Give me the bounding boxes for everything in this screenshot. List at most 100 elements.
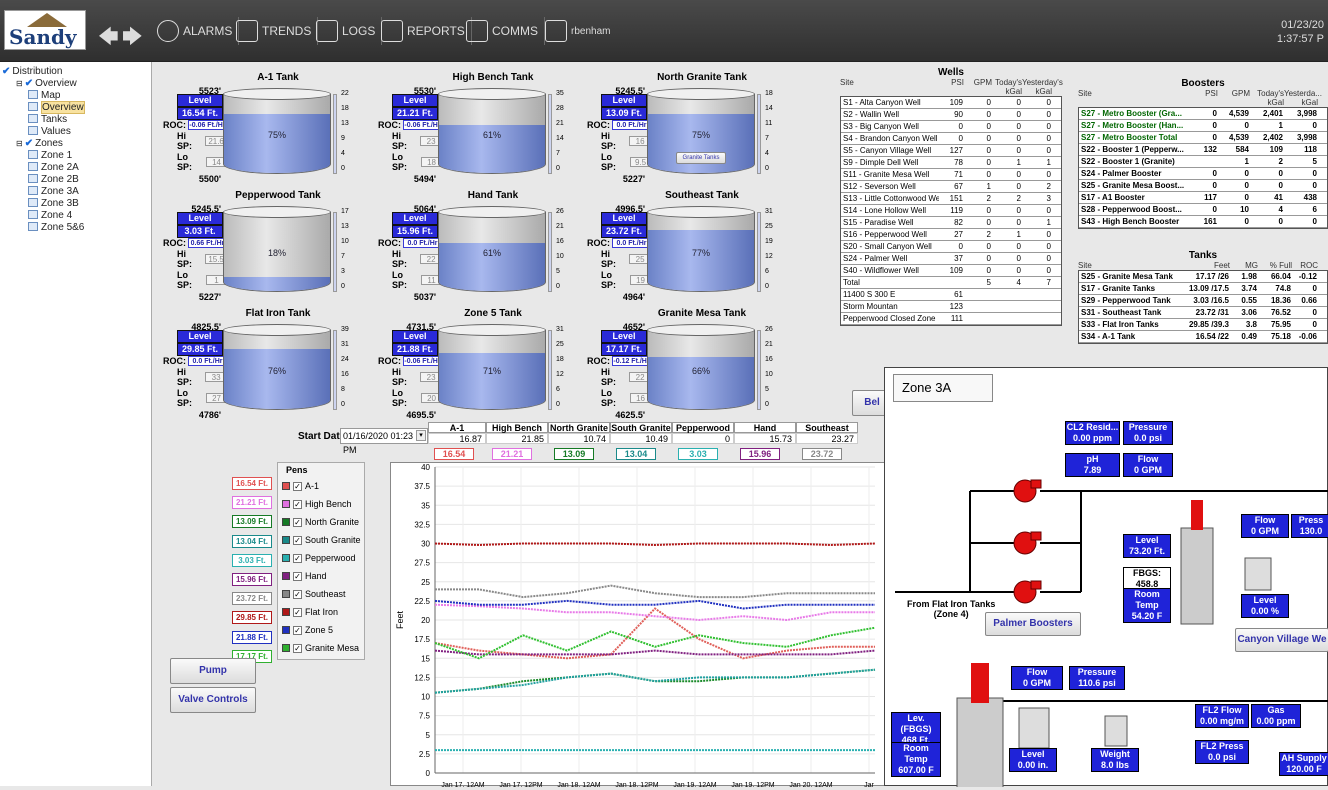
- tree-item[interactable]: Values: [2, 126, 149, 138]
- reports-button[interactable]: REPORTS: [381, 17, 472, 45]
- date-dropdown-icon[interactable]: ▾: [416, 430, 426, 441]
- trend-chart[interactable]: 0 2.5 5 7.5 10 12.5 15 17.5 20 22.5 25 27.5 30 32.5 35…: [390, 462, 888, 789]
- table-cell: 2: [1278, 157, 1283, 166]
- tree-item[interactable]: Zone 3B: [2, 198, 149, 210]
- pen-row[interactable]: ✓ Zone 5: [282, 621, 364, 639]
- alarms-button[interactable]: ALARMS: [157, 17, 240, 45]
- tree-label: Zone 2B: [41, 174, 79, 185]
- pen-row[interactable]: ✓ Hand: [282, 567, 364, 585]
- x-tick-label: Jan 20, 12AM: [789, 782, 832, 787]
- tree-item[interactable]: Zone 4: [2, 210, 149, 222]
- tank-level-panel: Level 21.21 Ft. ROC: -0.06 Ft./Hr Hi SP: 23 Lo…: [378, 94, 442, 172]
- comms-button[interactable]: COMMS: [466, 17, 545, 45]
- table-cell: 1: [1244, 157, 1249, 166]
- pump-sequencing-button[interactable]: Pump Sequencing: [170, 658, 256, 700]
- tree-item[interactable]: Zone 3A: [2, 186, 149, 198]
- valve-controls-button[interactable]: Valve Controls: [170, 687, 256, 713]
- start-date-input[interactable]: 01/16/2020 01:23 PM: [340, 428, 428, 455]
- roc-value: 0.0 Ft./Hr: [403, 238, 442, 248]
- press2-box: Press 130.0: [1291, 514, 1328, 538]
- page-icon: [28, 90, 38, 99]
- canyon-village-button[interactable]: Canyon Village We: [1235, 628, 1328, 652]
- pen-row[interactable]: ✓ North Granite: [282, 513, 364, 531]
- table-cell: S40 - Wildflower Well: [843, 266, 919, 275]
- pen-label: A-1: [305, 481, 320, 491]
- scale-tick: 0: [556, 401, 560, 408]
- tank-bottom-elevation: 5227': [198, 292, 221, 302]
- level-value: 21.88 Ft.: [392, 343, 438, 356]
- pen-checkbox[interactable]: ✓: [293, 553, 302, 563]
- pen-checkbox[interactable]: ✓: [293, 625, 302, 635]
- tree-item[interactable]: Zone 2A: [2, 162, 149, 174]
- logs-button[interactable]: LOGS: [316, 17, 383, 45]
- tree-item[interactable]: Zone 1: [2, 150, 149, 162]
- pen-row[interactable]: ✓ Flat Iron: [282, 603, 364, 621]
- tree-item[interactable]: Tanks: [2, 114, 149, 126]
- scale-tick: 13: [341, 223, 349, 230]
- table-cell: 13.09 /17.5: [1188, 284, 1229, 293]
- tank-top: [647, 88, 755, 100]
- table-cell: 0: [1244, 193, 1249, 202]
- pen-checkbox[interactable]: ✓: [293, 517, 302, 527]
- table-cell: S28 - Pepperwood Boost...: [1081, 205, 1182, 214]
- pen-checkbox[interactable]: ✓: [293, 481, 302, 491]
- summary-column-header: A-1: [428, 422, 486, 433]
- table-cell: [1023, 289, 1053, 300]
- table-cell: 0: [1046, 98, 1051, 107]
- pen-row[interactable]: ✓ South Granite: [282, 531, 364, 549]
- fl2-press-box: FL2 Press 0.0 psi: [1195, 740, 1249, 764]
- pen-checkbox[interactable]: ✓: [293, 643, 302, 653]
- tank-scale: 22 18 13 9 4 0: [333, 90, 357, 174]
- forward-arrow-icon[interactable]: 🡆: [122, 22, 143, 56]
- table-row: S40 - Wildflower Well 109 0 0 0: [841, 265, 1061, 277]
- scale-tick: 6: [765, 268, 769, 275]
- tank-top: [223, 324, 331, 336]
- tree-item[interactable]: ✔ Distribution: [2, 66, 149, 78]
- table-cell: 37: [954, 254, 963, 263]
- scale-tick: 18: [556, 356, 564, 363]
- pen-row[interactable]: ✓ Pepperwood: [282, 549, 364, 567]
- user-button[interactable]: rbenham: [545, 17, 616, 45]
- lo-sp-row: Lo SP: 1: [177, 270, 227, 290]
- pen-checkbox[interactable]: ✓: [293, 607, 302, 617]
- tree-item[interactable]: ⊟ ✔ Overview: [2, 78, 149, 90]
- scale-tick: 6: [556, 386, 560, 393]
- tank-bottom-elevation: 5227': [622, 174, 645, 184]
- pen-checkbox[interactable]: ✓: [293, 571, 302, 581]
- tree-item[interactable]: Overview: [2, 101, 149, 114]
- granite-tanks-button[interactable]: Granite Tanks: [676, 152, 726, 164]
- table-cell: 0: [1046, 134, 1051, 143]
- pen-row[interactable]: ✓ Southeast: [282, 585, 364, 603]
- tank-cylinder: 75% Granite Tanks: [647, 94, 755, 174]
- tank-cylinder: 77%: [647, 212, 755, 292]
- table-cell: 0: [1016, 110, 1021, 119]
- series-line-high-bench: [434, 603, 875, 622]
- pen-row[interactable]: ✓ Granite Mesa: [282, 639, 364, 657]
- pen-row[interactable]: ✓ A-1: [282, 477, 364, 495]
- tree-item[interactable]: ⊟ ✔ Zones: [2, 138, 149, 150]
- trends-button[interactable]: TRENDS: [236, 17, 319, 45]
- tree-item[interactable]: Zone 2B: [2, 174, 149, 186]
- table-cell: Total: [843, 278, 860, 287]
- pen-checkbox[interactable]: ✓: [293, 589, 302, 599]
- pen-color-swatch: [282, 482, 290, 490]
- x-tick-label: Jan 17, 12PM: [499, 782, 542, 787]
- table-header: Site PSI GPM Today's kGal Yesterda... kGal: [1078, 89, 1328, 107]
- collapse-icon[interactable]: ⊟: [16, 79, 23, 88]
- tank-bottom-elevation: 4695.5': [406, 410, 436, 420]
- pen-checkbox[interactable]: ✓: [293, 499, 302, 509]
- scale-bar: [333, 94, 337, 174]
- pen-checkbox[interactable]: ✓: [293, 535, 302, 545]
- tank-title: Granite Mesa Tank: [657, 308, 747, 319]
- palmer-boosters-button[interactable]: Palmer Boosters: [985, 612, 1081, 636]
- page-icon: [28, 126, 38, 135]
- pen-row[interactable]: ✓ High Bench: [282, 495, 364, 513]
- tree-item[interactable]: Zone 5&6: [2, 222, 149, 234]
- back-arrow-icon[interactable]: 🡄: [98, 22, 119, 56]
- summary-current: 21.21: [492, 448, 532, 460]
- table-cell: 2,402: [1262, 133, 1283, 142]
- scale-tick: 31: [556, 326, 564, 333]
- collapse-icon[interactable]: ⊟: [16, 139, 23, 148]
- y-axis-label: Feet: [395, 610, 405, 629]
- ph-box: pH 7.89: [1065, 453, 1120, 477]
